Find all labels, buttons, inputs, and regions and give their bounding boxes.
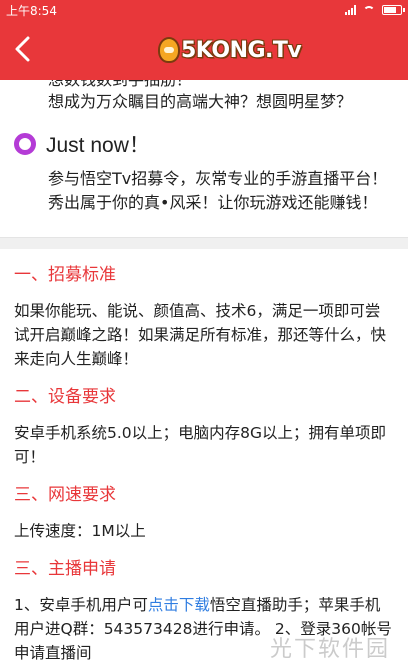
intro-line-1: 想数钱数到手抽筋？ <box>48 80 390 91</box>
body-text-pre: 1、安卓手机用户可 <box>14 596 148 614</box>
wifi-icon <box>363 5 375 15</box>
circle-bullet-icon <box>14 133 36 155</box>
signal-icon <box>345 5 356 15</box>
section-body: 上传速度：1M以上 <box>14 522 146 540</box>
section-title: 二、设备要求 <box>14 387 116 407</box>
section-body: 如果你能玩、能说、颜值高、技术6，满足一项即可尝试开启巅峰之路！如果满足所有标准… <box>14 302 387 368</box>
requirements-list: 一、招募标准 如果你能玩、能说、颜值高、技术6，满足一项即可尝试开启巅峰之路！如… <box>0 263 408 665</box>
monkey-logo-icon <box>158 37 180 63</box>
section-divider <box>0 237 408 249</box>
section-body: 安卓手机系统5.0以上；电脑内存8G以上；拥有单项即可！ <box>14 424 387 466</box>
battery-icon <box>382 5 405 15</box>
download-link[interactable]: 点击下载 <box>148 596 210 614</box>
article-content[interactable]: 想数钱数到手抽筋？ 想成为万众瞩目的高端大神？想圆明星梦？ Just now！ … <box>0 80 408 665</box>
section-title: 三、主播申请 <box>14 559 116 579</box>
watermark: 光下软件园 <box>269 637 390 662</box>
logo-text: 5KONG.Tv <box>181 37 302 63</box>
status-bar: 上午8:54 <box>0 0 408 20</box>
back-arrow-icon <box>15 36 30 62</box>
app-logo: 5KONG.Tv <box>158 33 302 67</box>
intro-block: 想数钱数到手抽筋？ 想成为万众瞩目的高端大神？想圆明星梦？ <box>0 80 408 113</box>
app-bar: 5KONG.Tv <box>0 20 408 80</box>
section-title: 一、招募标准 <box>14 265 116 285</box>
status-time: 上午8:54 <box>6 3 57 18</box>
status-icons <box>345 5 405 15</box>
just-now-text: 参与悟空Tv招募令，灰常专业的手游直播平台！秀出属于你的真•风采！让你玩游戏还能… <box>48 169 388 212</box>
just-now-title: Just now！ <box>46 134 150 157</box>
section-title: 三、网速要求 <box>14 485 116 505</box>
intro-line-2: 想成为万众瞩目的高端大神？想圆明星梦？ <box>48 92 353 111</box>
back-button[interactable] <box>12 34 40 66</box>
just-now-heading: Just now！ <box>0 129 408 159</box>
